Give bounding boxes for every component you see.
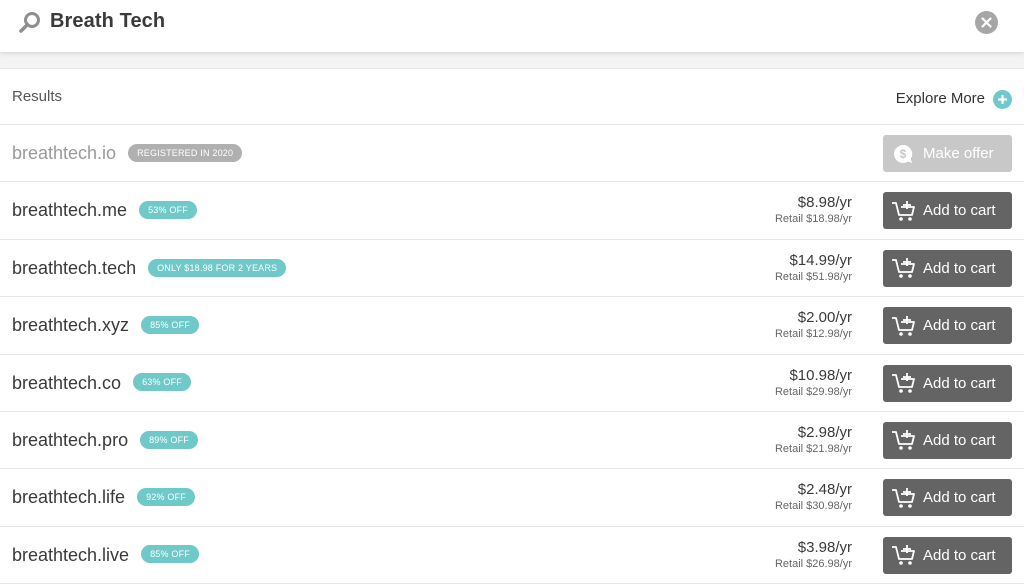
domain-label: breathtech.xyz bbox=[12, 315, 130, 336]
button-label: Add to cart bbox=[923, 489, 996, 507]
add-to-cart-button[interactable]: Add to cart bbox=[883, 249, 1012, 287]
cart-plus-icon bbox=[891, 200, 917, 222]
price: $10.98/yr bbox=[789, 366, 852, 384]
domain-label: breathtech.io bbox=[12, 143, 117, 163]
svg-text:$: $ bbox=[900, 147, 907, 161]
results-panel: Results Explore More breathtech.io REGIST… bbox=[0, 68, 1024, 584]
result-row: breathtech.pro 89% OFF $2.98/yr Retail $21.… bbox=[0, 412, 1024, 470]
button-label: Add to cart bbox=[923, 317, 996, 335]
close-icon bbox=[981, 17, 992, 28]
discount-badge: 85% OFF bbox=[141, 545, 199, 564]
price-block: $8.98/yr Retail $18.98/yr bbox=[775, 194, 852, 226]
add-to-cart-button[interactable]: Add to cart bbox=[883, 536, 1012, 574]
explore-more-label: Explore More bbox=[895, 89, 985, 107]
retail-price: Retail $21.98/yr bbox=[774, 442, 852, 455]
discount-badge: 92% OFF bbox=[137, 488, 195, 507]
result-row: breathtech.xyz 85% OFF $2.00/yr Retail $12.… bbox=[0, 297, 1024, 355]
price: $2.98/yr bbox=[797, 423, 852, 441]
result-row: breathtech.live 85% OFF $3.98/yr Retail $26… bbox=[0, 527, 1024, 584]
button-label: Add to cart bbox=[923, 546, 996, 564]
price-block: $14.99/yr Retail $51.98/yr bbox=[775, 252, 852, 284]
cart-plus-icon bbox=[891, 429, 917, 451]
discount-badge: 89% OFF bbox=[140, 430, 198, 449]
discount-badge: 63% OFF bbox=[133, 373, 191, 392]
retail-price: Retail $29.98/yr bbox=[774, 385, 852, 398]
domain-label: breathtech.live bbox=[12, 544, 130, 565]
add-to-cart-button[interactable]: Add to cart bbox=[883, 364, 1012, 402]
button-label: Add to cart bbox=[923, 259, 996, 277]
retail-price: Retail $51.98/yr bbox=[774, 270, 852, 283]
result-row: breathtech.co 63% OFF $10.98/yr Retail $29.… bbox=[0, 355, 1024, 412]
price-block: $2.00/yr Retail $12.98/yr bbox=[775, 309, 852, 341]
result-row: breathtech.tech ONLY $18.98 FOR 2 YEARS $1… bbox=[0, 240, 1024, 298]
add-to-cart-button[interactable]: Add to cart bbox=[883, 479, 1012, 517]
cart-plus-icon bbox=[891, 257, 917, 279]
domain-name: breathtech.pro 89% OFF bbox=[12, 430, 198, 451]
search-bar: Breath Tech bbox=[0, 0, 1024, 52]
plus-icon bbox=[993, 90, 1012, 109]
price-block: $2.98/yr Retail $21.98/yr bbox=[775, 424, 852, 456]
retail-price: Retail $18.98/yr bbox=[774, 213, 852, 226]
button-label: Add to cart bbox=[923, 374, 996, 392]
price-block: $3.98/yr Retail $26.98/yr bbox=[775, 539, 852, 571]
price: $8.98/yr bbox=[797, 194, 852, 212]
make-offer-button[interactable]: $ Make offer bbox=[883, 135, 1012, 172]
domain-label: breathtech.me bbox=[12, 200, 128, 221]
result-row: breathtech.io REGISTERED IN 2020 $ Make off… bbox=[0, 125, 1024, 183]
results-header: Results Explore More bbox=[0, 69, 1024, 125]
results-label: Results bbox=[12, 88, 63, 105]
price: $14.99/yr bbox=[789, 251, 852, 269]
domain-label: breathtech.life bbox=[12, 487, 126, 508]
domain-name: breathtech.io REGISTERED IN 2020 bbox=[12, 143, 243, 164]
add-to-cart-button[interactable]: Add to cart bbox=[883, 307, 1012, 345]
result-row: breathtech.me 53% OFF $8.98/yr Retail $18.9… bbox=[0, 182, 1024, 240]
button-label: Add to cart bbox=[923, 202, 996, 220]
discount-badge: 85% OFF bbox=[141, 315, 199, 334]
discount-badge: ONLY $18.98 FOR 2 YEARS bbox=[148, 258, 287, 277]
search-input[interactable]: Breath Tech bbox=[50, 10, 165, 33]
price: $3.98/yr bbox=[797, 538, 852, 556]
domain-name: breathtech.live 85% OFF bbox=[12, 545, 199, 566]
cart-plus-icon bbox=[891, 544, 917, 566]
domain-name: breathtech.tech ONLY $18.98 FOR 2 YEARS bbox=[12, 257, 287, 279]
button-label: Add to cart bbox=[923, 431, 996, 449]
domain-label: breathtech.tech bbox=[12, 257, 137, 278]
price: $2.48/yr bbox=[797, 481, 852, 499]
cart-plus-icon bbox=[891, 315, 917, 337]
search-icon bbox=[18, 11, 42, 35]
add-to-cart-button[interactable]: Add to cart bbox=[883, 192, 1012, 230]
price: $2.00/yr bbox=[797, 309, 852, 327]
domain-label: breathtech.co bbox=[12, 372, 122, 393]
discount-badge: 53% OFF bbox=[139, 201, 197, 220]
cart-plus-icon bbox=[891, 372, 917, 394]
cart-plus-icon bbox=[891, 487, 917, 509]
domain-name: breathtech.co 63% OFF bbox=[12, 373, 191, 394]
domain-name: breathtech.life 92% OFF bbox=[12, 487, 195, 508]
explore-more-link[interactable]: Explore More bbox=[896, 87, 1012, 109]
retail-price: Retail $12.98/yr bbox=[774, 328, 852, 341]
dollar-chat-icon: $ bbox=[893, 144, 913, 164]
price-block: $10.98/yr Retail $29.98/yr bbox=[775, 367, 852, 399]
add-to-cart-button[interactable]: Add to cart bbox=[883, 421, 1012, 459]
clear-search-button[interactable] bbox=[975, 11, 998, 34]
retail-price: Retail $26.98/yr bbox=[774, 557, 852, 570]
result-row: breathtech.life 92% OFF $2.48/yr Retail $30… bbox=[0, 469, 1024, 527]
retail-price: Retail $30.98/yr bbox=[774, 500, 852, 513]
domain-name: breathtech.me 53% OFF bbox=[12, 200, 197, 221]
button-label: Make offer bbox=[923, 145, 994, 162]
registered-badge: REGISTERED IN 2020 bbox=[128, 143, 243, 162]
price-block: $2.48/yr Retail $30.98/yr bbox=[775, 481, 852, 513]
domain-name: breathtech.xyz 85% OFF bbox=[12, 315, 199, 336]
domain-label: breathtech.pro bbox=[12, 429, 129, 450]
